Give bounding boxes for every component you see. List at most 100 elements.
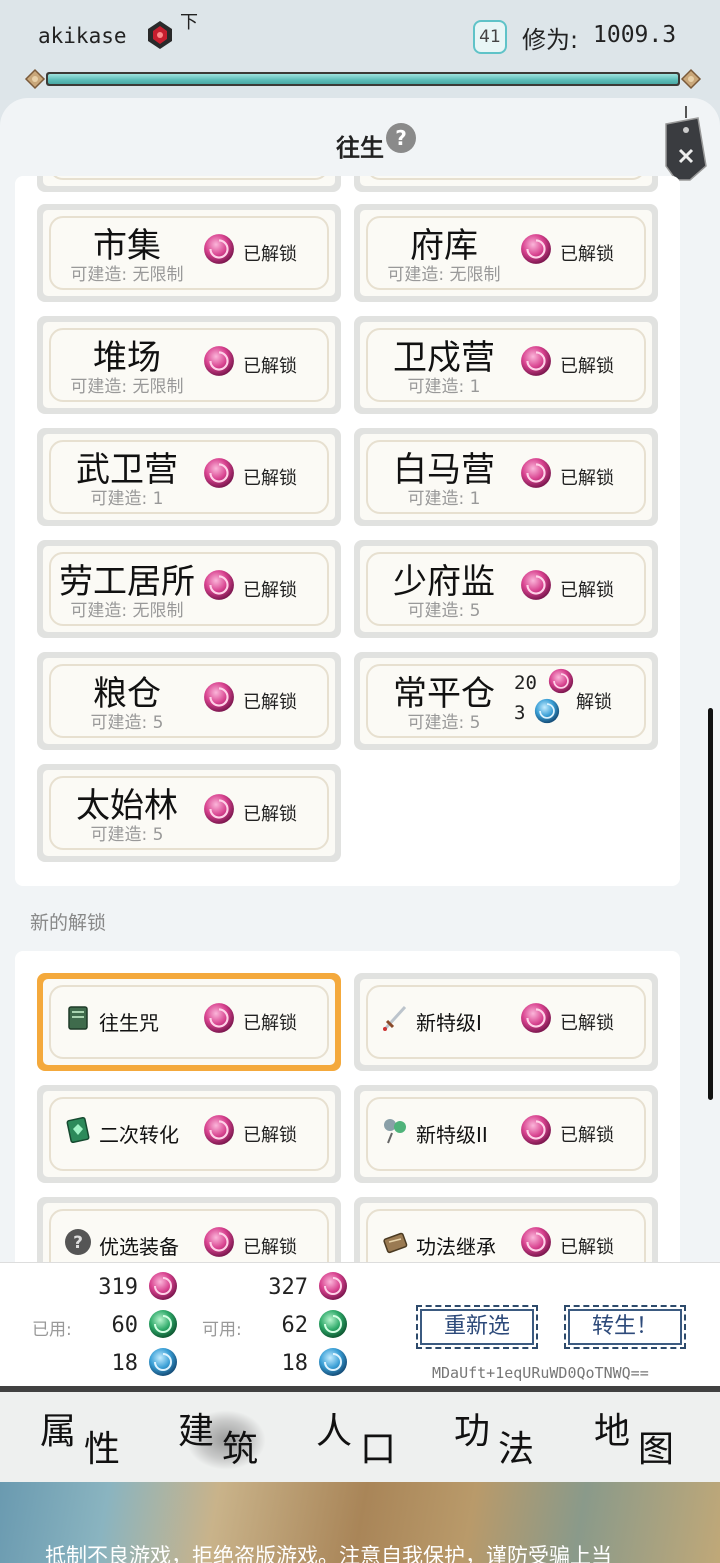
cost-pink: 20 [514,672,537,694]
nav-techniques[interactable]: 功法 [454,1402,574,1470]
nav-label: 口 [360,1429,397,1470]
building-card[interactable]: 堆场 可建造: 无限制 已解锁 [37,316,341,414]
pink-orb-icon [520,457,552,489]
cultivation-value: 1009.3 [593,22,677,48]
nav-label: 地 [594,1411,631,1452]
pink-orb-icon [520,1114,552,1146]
unlock-name: 新特级I [416,1011,482,1035]
building-list[interactable]: 市集 可建造: 无限制 已解锁 府库 可建造: 无限制 已解锁 堆场 可建造: 无限制 已解锁卫… [15,176,680,886]
building-limit: 可建造: 无限制 [387,265,501,285]
unlock-list[interactable]: 往生咒 已解锁 新特级I 已解锁 二次转化 已解锁 新特级II 已解锁? 优选装备 已解锁 功法继承… [15,951,680,1271]
sword-icon [380,1003,410,1033]
top-bar: akikase 下 41 修为: 1009.3 [0,0,720,100]
nav-population[interactable]: 人口 [316,1402,436,1470]
scroll-icon [380,1227,410,1257]
pink-orb-icon [548,668,574,694]
pink-orb-icon [203,1002,235,1034]
nav-label: 建 [178,1411,215,1452]
unlock-card[interactable]: 功法继承 已解锁 [354,1197,658,1271]
building-limit: 可建造: 1 [407,489,481,509]
used-pink-count: 319 [98,1275,138,1300]
unlock-status: 已解锁 [243,804,297,825]
rebirth-panel: 往生 ? 市集 可建造: 无限制 已解锁 府库 可建造: 无限制 已解锁 堆场 可建造: 无限… [0,98,720,1388]
unlock-status: 已解锁 [560,468,614,489]
nav-label: 筑 [222,1429,259,1470]
unlock-card[interactable]: 往生咒 已解锁 [37,973,341,1071]
available-pink-count: 327 [268,1275,308,1300]
building-card[interactable]: 白马营 可建造: 1 已解锁 [354,428,658,526]
pink-orb-icon [520,345,552,377]
blue-orb-icon [149,1348,177,1376]
available-green-count: 62 [281,1313,309,1338]
orbs-icon [380,1115,410,1145]
footer-banner: 抵制不良游戏，拒绝盗版游戏。注意自我保护，谨防受骗上当 [0,1482,720,1563]
unlock-status: 已解锁 [243,580,297,601]
unlock-status: 已解锁 [243,356,297,377]
nav-label: 法 [498,1429,535,1470]
unlock-card[interactable]: 新特级I 已解锁 [354,973,658,1071]
nav-label: 功 [454,1411,491,1452]
unlock-card[interactable]: ? 优选装备 已解锁 [37,1197,341,1271]
nav-buildings[interactable]: 建筑 [178,1402,298,1470]
used-label: 已用: [32,1320,72,1340]
ink-divider [0,1386,720,1392]
nav-label: 图 [638,1429,675,1470]
building-card[interactable] [37,176,341,192]
pink-orb-icon [149,1272,177,1300]
unlock-name: 优选装备 [99,1235,179,1259]
unlock-name: 功法继承 [416,1235,496,1259]
available-label: 可用: [202,1320,242,1340]
unlock-status: 已解锁 [560,580,614,601]
close-icon[interactable] [656,106,712,186]
available-blue-count: 18 [281,1351,309,1376]
unlock-card[interactable]: 二次转化 已解锁 [37,1085,341,1183]
unlock-status: 已解锁 [243,692,297,713]
save-code[interactable]: MDaUft+1eqURuWD0QoTNWQ== [432,1364,649,1382]
unlock-status: 已解锁 [243,1125,297,1146]
bar-end-ornament-icon [24,68,46,90]
building-card[interactable]: 武卫营 可建造: 1 已解锁 [37,428,341,526]
pink-orb-icon [520,1002,552,1034]
reselect-button[interactable]: 重新选 [416,1305,538,1349]
rebirth-button[interactable]: 转生！ [564,1305,686,1349]
unlock-status: 解锁 [576,692,612,713]
unlock-name: 往生咒 [99,1011,159,1035]
blue-orb-icon [534,698,560,724]
building-card[interactable]: 市集 可建造: 无限制 已解锁 [37,204,341,302]
realm-label: 下 [180,12,198,33]
unlock-card[interactable]: 新特级II 已解锁 [354,1085,658,1183]
building-limit: 可建造: 5 [407,713,481,733]
building-limit: 可建造: 无限制 [70,377,184,397]
unlock-name: 新特级II [416,1123,488,1147]
building-card[interactable]: 府库 可建造: 无限制 已解锁 [354,204,658,302]
realm-emblem-icon [148,21,172,49]
unlock-status: 已解锁 [243,244,297,265]
unlock-status: 已解锁 [243,468,297,489]
footer-notice: 抵制不良游戏，拒绝盗版游戏。注意自我保护，谨防受骗上当 [45,1544,612,1563]
building-card[interactable]: 粮仓 可建造: 5 已解锁 [37,652,341,750]
building-card[interactable]: 常平仓 可建造: 5 20 3 解锁 [354,652,658,750]
blue-orb-icon [319,1348,347,1376]
nav-label: 属 [40,1411,77,1452]
building-limit: 可建造: 5 [90,713,164,733]
level-badge: 41 [473,20,507,54]
nav-map[interactable]: 地图 [594,1402,714,1470]
building-limit: 可建造: 无限制 [70,601,184,621]
building-card[interactable] [354,176,658,192]
building-card[interactable]: 太始林 可建造: 5 已解锁 [37,764,341,862]
panel-title: 往生 [336,133,384,162]
unlock-status: 已解锁 [243,1237,297,1258]
help-icon[interactable]: ? [386,123,416,153]
building-card[interactable]: 劳工居所 可建造: 无限制 已解锁 [37,540,341,638]
building-limit: 可建造: 5 [407,601,481,621]
bar-end-ornament-icon [680,68,702,90]
unlock-status: 已解锁 [560,244,614,265]
building-card[interactable]: 卫戍营 可建造: 1 已解锁 [354,316,658,414]
unlock-status: 已解锁 [560,1013,614,1034]
cultivation-progress-bar [24,67,702,91]
nav-attributes[interactable]: 属性 [40,1402,160,1470]
scrollbar[interactable] [708,708,713,1100]
unlock-status: 已解锁 [560,356,614,377]
building-card[interactable]: 少府监 可建造: 5 已解锁 [354,540,658,638]
unlock-status: 已解锁 [560,1125,614,1146]
